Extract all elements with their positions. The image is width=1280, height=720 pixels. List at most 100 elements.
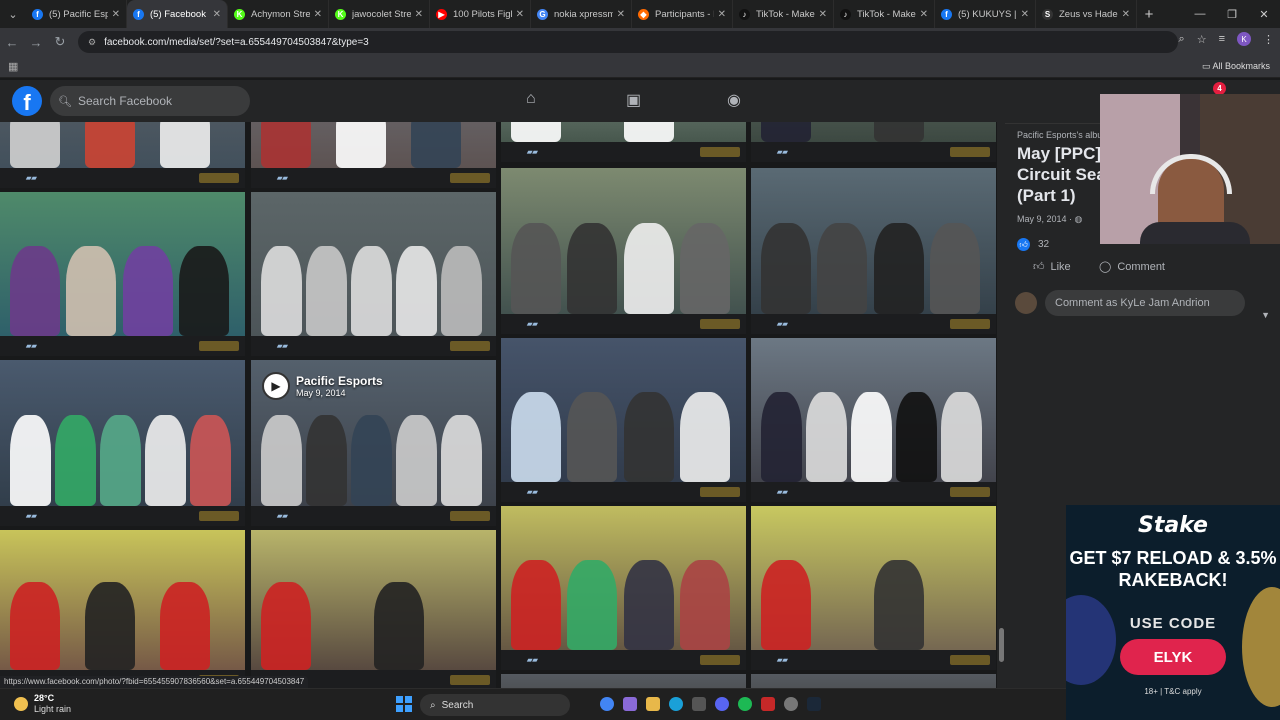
browser-tab[interactable]: K Achymon Strea ✕ — [228, 0, 329, 28]
album-photo[interactable]: ▰▰ — [0, 360, 245, 526]
red-app-icon[interactable] — [761, 697, 775, 711]
album-photo[interactable]: ▰▰ — [0, 122, 245, 188]
browser-tab[interactable]: ▶ 100 Pilots Figh ✕ — [430, 0, 531, 28]
album-owner[interactable]: Pacific Esports's album — [1017, 130, 1110, 140]
album-photo[interactable]: ▰▰ — [501, 674, 746, 688]
store-icon[interactable] — [692, 697, 706, 711]
stake-ad-overlay[interactable]: Stake GET $7 RELOAD & 3.5% RAKEBACK! USE… — [1066, 505, 1280, 720]
photo-date: May 9, 2014 — [296, 388, 346, 398]
new-tab-button[interactable]: + — [1137, 6, 1161, 23]
browser-tab[interactable]: S Zeus vs Hades ✕ — [1036, 0, 1137, 28]
grid-scroll-thumb[interactable] — [999, 628, 1004, 662]
watermark-logo: ▰▰ — [777, 657, 788, 664]
browser-tab[interactable]: ♪ TikTok - Make ✕ — [733, 0, 834, 28]
sidebar-scroll-down-icon[interactable]: ▼ — [1261, 310, 1270, 320]
reaction-count[interactable]: 👍︎ 32 — [1017, 238, 1049, 251]
browser-tab[interactable]: f (5) Pacific Espo ✕ — [26, 0, 127, 28]
groups-icon[interactable]: ◉ — [727, 90, 741, 110]
close-tab-icon[interactable]: ✕ — [516, 9, 524, 20]
album-photo[interactable]: ▰▰ — [501, 506, 746, 670]
minimize-icon[interactable]: — — [1184, 0, 1216, 28]
close-tab-icon[interactable]: ✕ — [1122, 9, 1130, 20]
all-bookmarks-button[interactable]: ▭ All Bookmarks — [1202, 61, 1270, 72]
browser-tab[interactable]: ♪ TikTok - Make ✕ — [834, 0, 935, 28]
album-photo[interactable]: ▰▰ — [501, 338, 746, 502]
copilot-icon[interactable] — [623, 697, 637, 711]
album-photo[interactable]: ▰▰ — [251, 192, 496, 356]
photo-person — [306, 246, 347, 336]
tab-favicon-icon: S — [1042, 8, 1053, 20]
photo-watermark-strip: ▰▰ — [0, 168, 245, 188]
user-avatar[interactable] — [1015, 292, 1037, 314]
album-photo[interactable]: ▰▰ — [751, 506, 996, 670]
file-explorer-icon[interactable] — [646, 697, 660, 711]
browser-menu-icon[interactable]: ⋮ — [1263, 33, 1274, 46]
close-tab-icon[interactable]: ✕ — [718, 9, 726, 20]
album-photo[interactable]: ▰▰ — [751, 338, 996, 502]
tab-favicon-icon: ▶ — [436, 8, 447, 20]
edge-icon[interactable] — [669, 697, 683, 711]
site-info-icon[interactable]: ⚙ — [88, 37, 96, 48]
close-tab-icon[interactable]: ✕ — [819, 9, 827, 20]
album-photo[interactable]: ▰▰ — [751, 168, 996, 334]
close-window-icon[interactable]: ✕ — [1248, 0, 1280, 28]
album-photo[interactable]: ▰▰ — [501, 122, 746, 162]
close-tab-icon[interactable]: ✕ — [213, 9, 221, 20]
browser-tab[interactable]: f (5) Facebook ✕ — [127, 0, 228, 28]
photo-watermark-strip: ▰▰ — [501, 482, 746, 502]
album-photo[interactable]: ▰▰ — [251, 122, 496, 188]
windows-start-icon[interactable] — [396, 696, 412, 712]
close-tab-icon[interactable]: ✕ — [1021, 9, 1029, 20]
like-button[interactable]: 👍︎ Like — [1033, 260, 1071, 274]
marketplace-icon[interactable]: ▣ — [626, 90, 641, 110]
back-icon[interactable]: ← — [0, 35, 24, 50]
close-tab-icon[interactable]: ✕ — [415, 9, 423, 20]
browser-tab[interactable]: f (5) KUKUYS | Fa ✕ — [935, 0, 1036, 28]
maximize-icon[interactable]: ❐ — [1216, 0, 1248, 28]
taskbar-search[interactable]: ⌕ Search — [420, 694, 570, 716]
browser-tab[interactable]: Kjawocolet Strea ✕ — [329, 0, 430, 28]
spotify-icon[interactable] — [738, 697, 752, 711]
photo-person — [122, 246, 173, 336]
zoom-icon[interactable]: ⌕ — [1179, 33, 1185, 46]
steam-icon[interactable] — [807, 697, 821, 711]
apps-grid-icon[interactable]: ▦ — [8, 60, 18, 73]
album-photo[interactable]: ▰▰ — [0, 530, 245, 688]
grid-scrollbar[interactable] — [997, 122, 1005, 688]
discord-icon[interactable] — [715, 697, 729, 711]
watermark-badge — [700, 655, 740, 665]
page-avatar[interactable]: ▶ — [262, 372, 290, 400]
close-tab-icon[interactable]: ✕ — [314, 9, 322, 20]
tab-search-icon[interactable]: ⌄ — [0, 0, 26, 28]
bookmark-star-icon[interactable]: ☆ — [1197, 33, 1207, 46]
comment-button[interactable]: ◯ Comment — [1099, 260, 1165, 274]
album-photo[interactable]: ▰▰ — [751, 674, 996, 688]
album-photo[interactable]: ▰▰ — [751, 122, 996, 162]
album-photo[interactable]: ▰▰ — [0, 192, 245, 356]
facebook-search-input[interactable]: 🔍︎ Search Facebook — [50, 86, 250, 116]
page-name[interactable]: Pacific Esports — [296, 374, 383, 388]
watermark-badge — [450, 173, 490, 183]
promo-code-button[interactable]: ELYK — [1120, 639, 1226, 675]
reload-icon[interactable]: ↻ — [48, 34, 72, 50]
close-tab-icon[interactable]: ✕ — [617, 9, 625, 20]
album-photo[interactable]: ▰▰ — [251, 530, 496, 688]
profile-avatar[interactable]: K — [1237, 32, 1251, 46]
settings-app-icon[interactable] — [784, 697, 798, 711]
album-photo[interactable]: ▰▰ — [501, 168, 746, 334]
chrome-icon[interactable] — [600, 697, 614, 711]
facebook-logo[interactable]: f — [12, 86, 42, 116]
browser-tab[interactable]: ◆ Participants - D ✕ — [632, 0, 733, 28]
close-tab-icon[interactable]: ✕ — [920, 9, 928, 20]
media-controls-icon[interactable]: ≡ — [1219, 33, 1225, 45]
url-field[interactable]: ⚙ facebook.com/media/set/?set=a.65544970… — [78, 31, 1178, 53]
photo-person — [10, 122, 60, 168]
watermark-badge — [700, 487, 740, 497]
home-icon[interactable]: ⌂ — [526, 90, 536, 108]
browser-tab[interactable]: Gnokia xpressmu ✕ — [531, 0, 632, 28]
comment-input[interactable]: Comment as KyLe Jam Andrion — [1045, 290, 1245, 316]
weather-widget[interactable]: 28°C Light rain — [14, 693, 71, 715]
close-tab-icon[interactable]: ✕ — [112, 9, 120, 20]
forward-icon[interactable]: → — [24, 35, 48, 50]
photo-person — [55, 415, 96, 506]
